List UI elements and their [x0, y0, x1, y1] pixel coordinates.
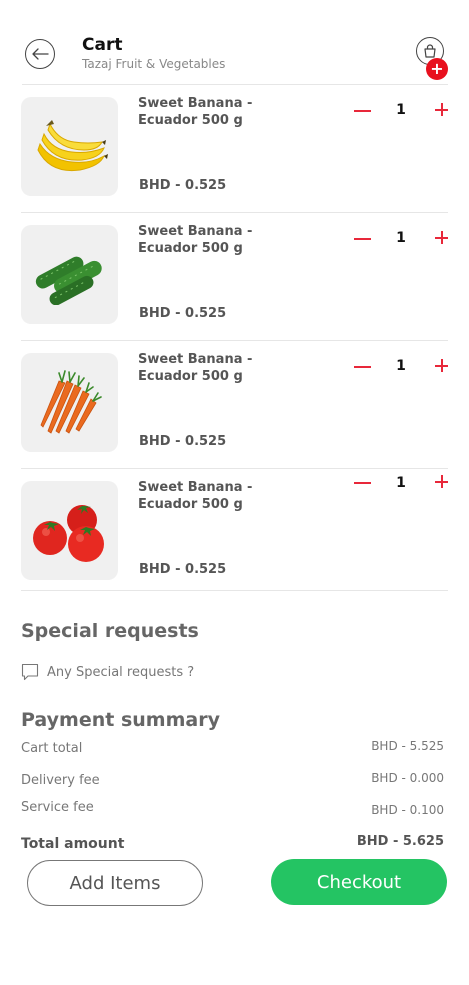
- quantity-value: 1: [396, 230, 406, 246]
- cart-item: Sweet Banana - Ecuador 500 g BHD - 0.525…: [21, 469, 448, 597]
- shopping-bag-icon: [424, 44, 436, 58]
- special-requests-input[interactable]: Any Special requests ?: [21, 661, 194, 683]
- cart-item: Sweet Banana - Ecuador 500 g BHD - 0.525…: [21, 341, 448, 469]
- increase-quantity-button[interactable]: [434, 358, 450, 374]
- increase-quantity-button[interactable]: [434, 102, 450, 118]
- comment-icon: [21, 663, 39, 681]
- quantity-value: 1: [396, 475, 406, 491]
- quantity-value: 1: [396, 102, 406, 118]
- product-name: Sweet Banana - Ecuador 500 g: [138, 224, 253, 256]
- product-price: BHD - 0.525: [139, 178, 227, 193]
- increase-quantity-button[interactable]: [434, 230, 450, 246]
- increase-quantity-button[interactable]: [434, 474, 450, 490]
- product-price: BHD - 0.525: [139, 562, 227, 577]
- cart-badge: +: [426, 58, 448, 80]
- product-name: Sweet Banana - Ecuador 500 g: [138, 480, 253, 512]
- product-name: Sweet Banana - Ecuador 500 g: [138, 352, 253, 384]
- delivery-fee-label: Delivery fee: [21, 773, 100, 788]
- total-amount-value: BHD - 5.625: [356, 834, 444, 849]
- store-name: Tazaj Fruit & Vegetables: [82, 57, 226, 71]
- decrease-quantity-button[interactable]: [354, 474, 372, 492]
- product-price: BHD - 0.525: [139, 306, 227, 321]
- special-requests-placeholder: Any Special requests ?: [47, 664, 195, 680]
- product-image-banana: [21, 97, 118, 196]
- arrow-left-icon: [32, 48, 49, 60]
- decrease-quantity-button[interactable]: [354, 102, 372, 120]
- product-image-tomato: [21, 481, 118, 580]
- product-image-carrot: [21, 353, 118, 452]
- service-fee-label: Service fee: [21, 800, 94, 815]
- cart-item: Sweet Banana - Ecuador 500 g BHD - 0.525…: [21, 85, 448, 213]
- cart-total-value: BHD - 5.525: [371, 739, 444, 753]
- divider: [21, 590, 448, 591]
- product-image-cucumber: [21, 225, 118, 324]
- service-fee-value: BHD - 0.100: [371, 803, 444, 817]
- back-button[interactable]: [25, 39, 55, 69]
- checkout-button[interactable]: Checkout: [271, 859, 447, 905]
- total-amount-label: Total amount: [21, 836, 125, 852]
- product-name: Sweet Banana - Ecuador 500 g: [138, 96, 253, 128]
- quantity-value: 1: [396, 358, 406, 374]
- cart-item: Sweet Banana - Ecuador 500 g BHD - 0.525…: [21, 213, 448, 341]
- cart-total-label: Cart total: [21, 741, 83, 756]
- page-title: Cart: [82, 35, 123, 55]
- payment-summary-title: Payment summary: [21, 709, 220, 731]
- product-price: BHD - 0.525: [139, 434, 227, 449]
- delivery-fee-value: BHD - 0.000: [371, 771, 444, 785]
- app-header: Cart Tazaj Fruit & Vegetables +: [0, 0, 469, 85]
- decrease-quantity-button[interactable]: [354, 230, 372, 248]
- decrease-quantity-button[interactable]: [354, 358, 372, 376]
- special-requests-title: Special requests: [21, 620, 199, 642]
- add-items-button[interactable]: Add Items: [27, 860, 203, 906]
